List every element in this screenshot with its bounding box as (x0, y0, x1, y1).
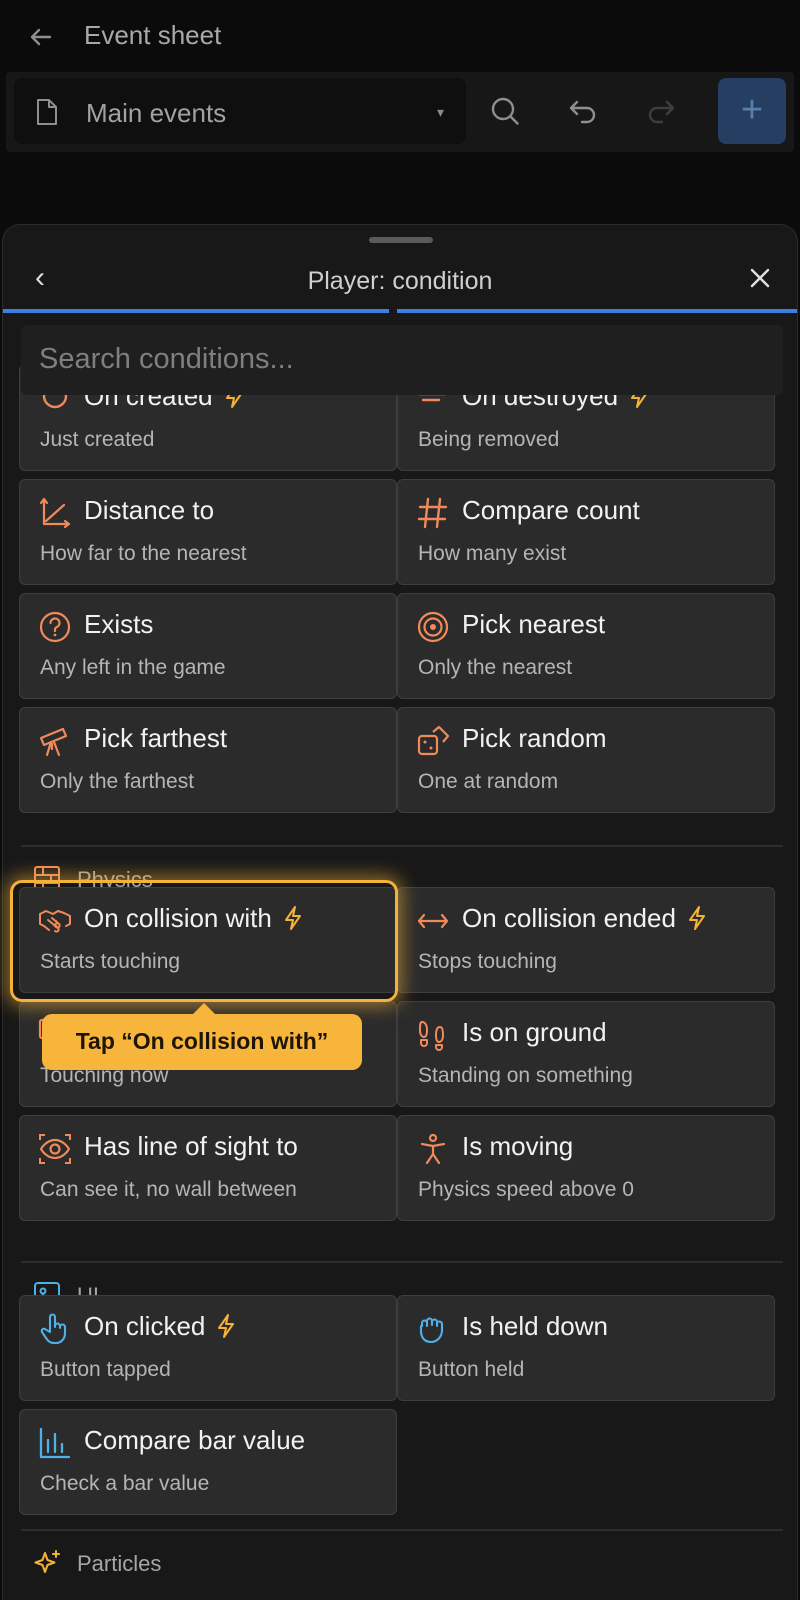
card-title: Pick nearest (462, 609, 606, 639)
search-placeholder: Search conditions... (39, 343, 294, 375)
person-icon (420, 1133, 446, 1165)
condition-card-compare-bar-value[interactable]: Compare bar value Check a bar value (19, 1409, 397, 1515)
card-title: Is moving (462, 1131, 574, 1161)
section-divider (21, 1529, 783, 1531)
redo-icon[interactable] (644, 94, 678, 128)
card-subtitle: Standing on something (418, 1064, 633, 1087)
condition-card-pick-farthest[interactable]: Pick farthest Only the farthest (19, 707, 397, 813)
sheet-title: Player: condition (307, 267, 493, 295)
plus-icon: + (740, 89, 764, 131)
condition-card-on-collision-ended[interactable]: On collision ended Stops touching (397, 887, 775, 993)
question-icon (39, 611, 71, 643)
card-subtitle: Just created (40, 428, 155, 451)
document-icon (37, 99, 57, 125)
card-subtitle: Only the farthest (40, 770, 195, 793)
toolbar: Main events ▾ + (6, 72, 794, 152)
condition-card-exists[interactable]: Exists Any left in the game (19, 593, 397, 699)
condition-card-on-clicked[interactable]: On clicked Button tapped (19, 1295, 397, 1401)
scroll-indicator-right (397, 309, 797, 313)
target-icon (417, 611, 449, 643)
add-button[interactable]: + (718, 78, 786, 144)
hash-icon (417, 497, 448, 529)
card-subtitle: Check a bar value (40, 1472, 210, 1495)
tutorial-tooltip: Tap “On collision with” (42, 1003, 362, 1070)
top-bar: Event sheet (0, 0, 800, 72)
page-title: Event sheet (84, 20, 222, 50)
card-subtitle: One at random (418, 770, 559, 793)
card-title: Compare bar value (84, 1425, 306, 1455)
card-subtitle: Any left in the game (40, 656, 226, 679)
grab-icon (419, 1317, 444, 1344)
section-label: Particles (77, 1551, 162, 1576)
card-title: On clicked (84, 1311, 206, 1341)
undo-icon[interactable] (566, 94, 600, 128)
card-title: Is on ground (462, 1017, 607, 1047)
card-subtitle: How far to the nearest (40, 542, 247, 565)
scroll-indicator-left (3, 309, 389, 313)
distance-icon (39, 497, 71, 529)
card-title: Exists (84, 609, 154, 639)
card-title: On collision ended (462, 903, 676, 933)
event-sheet-select[interactable]: Main events ▾ (14, 78, 466, 144)
lightning-icon (284, 906, 301, 930)
card-title: Pick farthest (84, 723, 228, 753)
condition-card-on-collision-with[interactable]: On collision with Starts touching (19, 887, 397, 993)
lightning-icon (688, 906, 705, 930)
card-subtitle: Only the nearest (418, 656, 573, 679)
sheet-grabber[interactable] (369, 237, 433, 243)
search-icon[interactable] (488, 94, 522, 128)
card-subtitle: How many exist (418, 542, 567, 565)
section-divider (21, 845, 783, 847)
card-subtitle: Can see it, no wall between (40, 1178, 297, 1201)
card-subtitle: Stops touching (418, 950, 557, 973)
card-title: Is held down (462, 1311, 608, 1341)
card-title: Compare count (462, 495, 640, 525)
condition-card-has-line-of-sight[interactable]: Has line of sight to Can see it, no wall… (19, 1115, 397, 1221)
condition-card-is-on-ground[interactable]: Is on ground Standing on something (397, 1001, 775, 1107)
handshake-icon (39, 910, 71, 933)
sheet-select-label: Main events (86, 98, 227, 128)
card-subtitle: Physics speed above 0 (418, 1178, 634, 1201)
card-subtitle: Starts touching (40, 950, 181, 973)
close-icon[interactable] (745, 263, 775, 293)
card-subtitle: Button tapped (40, 1358, 171, 1381)
condition-card-distance-to[interactable]: Distance to How far to the nearest (19, 479, 397, 585)
condition-picker-sheet: ‹ Player: condition On created Just crea… (2, 224, 798, 1600)
chevron-down-icon: ▾ (436, 104, 444, 120)
card-title: Distance to (84, 495, 215, 525)
condition-card-is-held-down[interactable]: Is held down Button held (397, 1295, 775, 1401)
telescope-icon (39, 727, 68, 757)
card-title: On collision with (84, 903, 272, 933)
sparkles-icon (34, 1550, 60, 1573)
tooltip-text: Tap “On collision with” (75, 1028, 329, 1054)
condition-card-compare-count[interactable]: Compare count How many exist (397, 479, 775, 585)
back-arrow-icon[interactable] (26, 22, 56, 52)
condition-card-is-moving[interactable]: Is moving Physics speed above 0 (397, 1115, 775, 1221)
condition-card-pick-nearest[interactable]: Pick nearest Only the nearest (397, 593, 775, 699)
eye-icon (39, 1134, 71, 1164)
bar-chart-icon (39, 1427, 71, 1459)
footprints-icon (419, 1021, 444, 1051)
card-subtitle: Being removed (418, 428, 560, 451)
card-title: Has line of sight to (84, 1131, 298, 1161)
card-title: Pick random (462, 723, 607, 753)
pointer-icon (40, 1313, 67, 1345)
condition-card-pick-random[interactable]: Pick random One at random (397, 707, 775, 813)
search-conditions-input[interactable]: Search conditions... (21, 325, 783, 395)
arrows-horizontal-icon (417, 913, 449, 929)
card-subtitle: Button held (418, 1358, 525, 1381)
dice-icon (417, 725, 450, 756)
section-divider (21, 1261, 783, 1263)
lightning-icon (218, 1314, 235, 1338)
